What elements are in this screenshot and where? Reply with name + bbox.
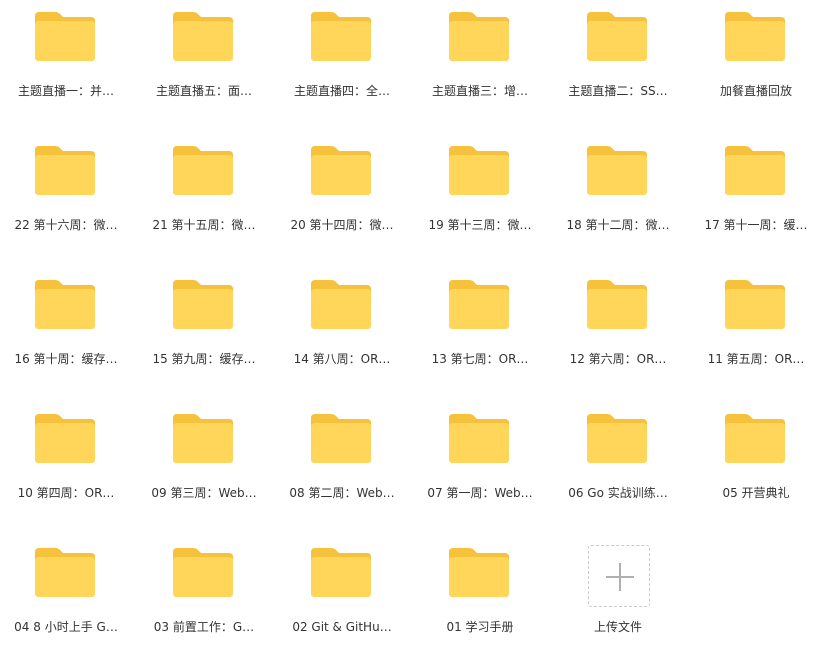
folder-icon — [311, 280, 371, 329]
folder-label: 14 第八周：OR… — [293, 352, 391, 366]
folder-label: 03 前置工作：G… — [153, 620, 255, 634]
folder-label: 11 第五周：OR… — [707, 352, 805, 366]
folder-item[interactable]: 主题直播五：面… — [135, 0, 273, 134]
folder-icon — [725, 280, 785, 329]
upload-label: 上传文件 — [593, 620, 642, 634]
folder-label: 04 8 小时上手 G… — [14, 620, 118, 634]
folder-item[interactable]: 主题直播三：增… — [411, 0, 549, 134]
folder-label: 21 第十五周：微… — [152, 218, 256, 232]
folder-item[interactable]: 09 第三周：Web… — [135, 402, 273, 536]
folder-label: 02 Git & GitHu… — [292, 620, 392, 634]
folder-label: 05 开营典礼 — [722, 486, 790, 500]
folder-item[interactable]: 22 第十六周：微… — [0, 134, 135, 268]
folder-label: 10 第四周：OR… — [17, 486, 115, 500]
folder-item[interactable]: 加餐直播回放 — [687, 0, 816, 134]
folder-icon — [35, 146, 95, 195]
folder-label: 主题直播二：SS… — [568, 84, 668, 98]
folder-icon — [449, 12, 509, 61]
folder-item[interactable]: 03 前置工作：G… — [135, 536, 273, 670]
folder-label: 06 Go 实战训练… — [568, 486, 668, 500]
folder-item[interactable]: 17 第十一周：缓… — [687, 134, 816, 268]
folder-item[interactable]: 10 第四周：OR… — [0, 402, 135, 536]
folder-item[interactable]: 20 第十四周：微… — [273, 134, 411, 268]
folder-icon — [725, 12, 785, 61]
folder-label: 19 第十三周：微… — [428, 218, 532, 232]
folder-item[interactable]: 18 第十二周：微… — [549, 134, 687, 268]
folder-icon — [311, 146, 371, 195]
folder-label: 主题直播五：面… — [155, 84, 252, 98]
folder-item[interactable]: 12 第六周：OR… — [549, 268, 687, 402]
folder-item[interactable]: 主题直播四：全… — [273, 0, 411, 134]
folder-icon — [173, 548, 233, 597]
folder-icon — [587, 146, 647, 195]
folder-item[interactable]: 13 第七周：OR… — [411, 268, 549, 402]
folder-icon — [725, 146, 785, 195]
folder-item[interactable]: 15 第九周：缓存… — [135, 268, 273, 402]
folder-item[interactable]: 主题直播二：SS… — [549, 0, 687, 134]
folder-icon — [173, 280, 233, 329]
folder-label: 主题直播三：增… — [431, 84, 528, 98]
folder-icon — [587, 414, 647, 463]
folder-item[interactable]: 19 第十三周：微… — [411, 134, 549, 268]
folder-label: 08 第二周：Web… — [289, 486, 395, 500]
folder-icon — [173, 146, 233, 195]
folder-icon — [449, 548, 509, 597]
folder-label: 12 第六周：OR… — [569, 352, 667, 366]
folder-label: 18 第十二周：微… — [566, 218, 670, 232]
folder-label: 17 第十一周：缓… — [704, 218, 808, 232]
upload-file-button[interactable]: 上传文件 — [549, 536, 687, 670]
folder-label: 01 学习手册 — [446, 620, 514, 634]
folder-label: 主题直播四：全… — [293, 84, 390, 98]
folder-icon — [449, 414, 509, 463]
folder-item[interactable]: 21 第十五周：微… — [135, 134, 273, 268]
folder-label: 09 第三周：Web… — [151, 486, 257, 500]
folder-label: 主题直播一：并… — [17, 84, 114, 98]
folder-item[interactable]: 05 开营典礼 — [687, 402, 816, 536]
folder-icon — [35, 414, 95, 463]
folder-icon — [449, 280, 509, 329]
folder-item[interactable]: 11 第五周：OR… — [687, 268, 816, 402]
folder-icon — [587, 12, 647, 61]
folder-item[interactable]: 14 第八周：OR… — [273, 268, 411, 402]
folder-label: 07 第一周：Web… — [427, 486, 533, 500]
folder-item[interactable]: 主题直播一：并… — [0, 0, 135, 134]
folder-icon — [311, 548, 371, 597]
plus-icon — [619, 563, 621, 591]
folder-label: 22 第十六周：微… — [14, 218, 118, 232]
folder-icon — [725, 414, 785, 463]
folder-label: 16 第十周：缓存… — [14, 352, 118, 366]
folder-icon — [311, 414, 371, 463]
folder-icon — [587, 280, 647, 329]
folder-item[interactable]: 04 8 小时上手 G… — [0, 536, 135, 670]
folder-label: 加餐直播回放 — [719, 84, 792, 98]
folder-icon — [449, 146, 509, 195]
folder-label: 20 第十四周：微… — [290, 218, 394, 232]
folder-item[interactable]: 16 第十周：缓存… — [0, 268, 135, 402]
folder-icon — [35, 548, 95, 597]
folder-icon — [35, 280, 95, 329]
folder-icon — [173, 12, 233, 61]
folder-item[interactable]: 08 第二周：Web… — [273, 402, 411, 536]
folder-icon — [35, 12, 95, 61]
folder-label: 13 第七周：OR… — [431, 352, 529, 366]
folder-icon — [173, 414, 233, 463]
folder-item[interactable]: 01 学习手册 — [411, 536, 549, 670]
upload-dropzone[interactable] — [588, 545, 650, 607]
folder-item[interactable]: 07 第一周：Web… — [411, 402, 549, 536]
folder-item[interactable]: 06 Go 实战训练… — [549, 402, 687, 536]
file-grid: 主题直播一：并… 主题直播五：面… 主题直播四：全… 主题直播三：增… 主题直播二：SS… — [0, 0, 813, 647]
folder-icon — [311, 12, 371, 61]
folder-label: 15 第九周：缓存… — [152, 352, 256, 366]
folder-item[interactable]: 02 Git & GitHu… — [273, 536, 411, 670]
